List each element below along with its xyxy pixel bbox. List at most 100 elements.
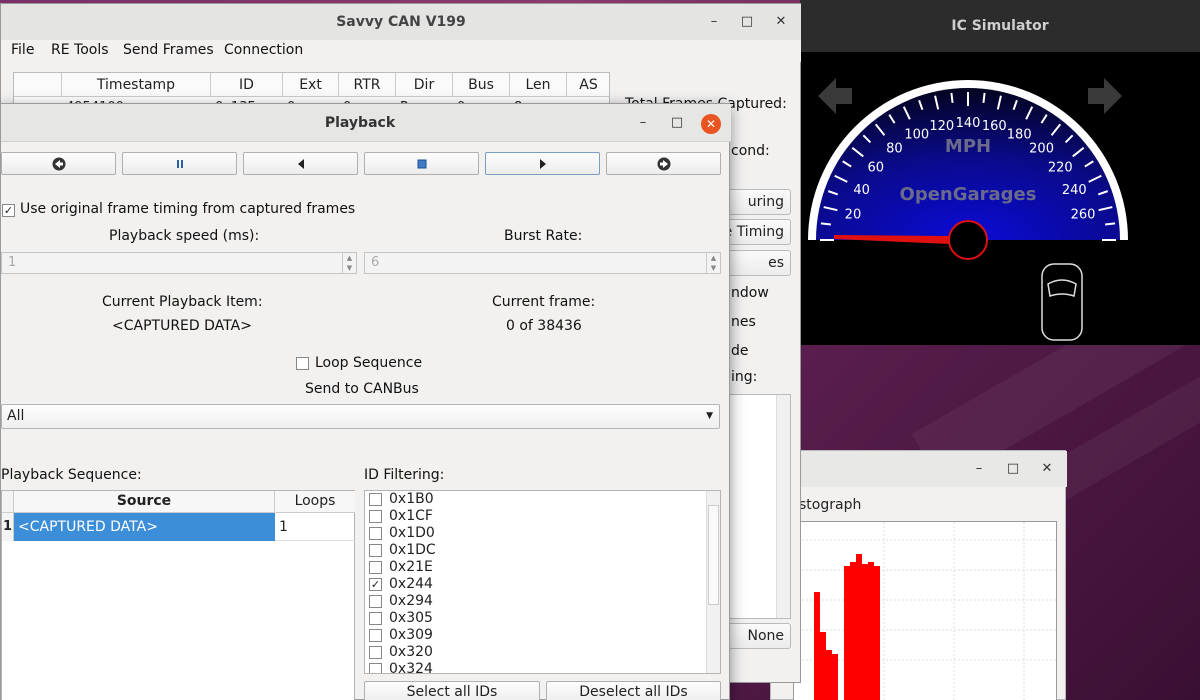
id-filter-item[interactable]: 0x1D0 xyxy=(365,525,705,542)
burst-rate-spinner[interactable]: ▲ ▼ xyxy=(706,253,720,273)
col-timestamp[interactable]: Timestamp xyxy=(62,73,211,97)
col-id[interactable]: ID xyxy=(211,73,283,97)
col-bus[interactable]: Bus xyxy=(453,73,510,97)
lines-label: nes xyxy=(731,314,756,330)
id-filter-item[interactable]: ✓ 0x244 xyxy=(365,576,705,593)
gauge-tick-label: 260 xyxy=(1071,208,1096,223)
close-icon[interactable]: ✕ xyxy=(701,114,721,134)
play-reverse-button[interactable] xyxy=(243,152,358,175)
col-as[interactable]: AS xyxy=(567,73,609,97)
gauge-tick-label: 40 xyxy=(853,183,870,198)
playback-sequence-label: Playback Sequence: xyxy=(1,467,142,483)
id-filter-item[interactable]: 0x320 xyxy=(365,644,705,661)
right-arrow-icon xyxy=(1088,78,1122,114)
id-checkbox[interactable] xyxy=(369,663,382,673)
id-filter-item[interactable]: 0x1DC xyxy=(365,542,705,559)
send-to-canbus-label: Send to CANBus xyxy=(305,381,419,397)
id-filter-item[interactable]: 0x324 xyxy=(365,661,705,673)
id-checkbox[interactable] xyxy=(369,544,382,557)
play-button[interactable] xyxy=(485,152,600,175)
menu-send-frames[interactable]: Send Frames xyxy=(123,42,214,58)
deselect-all-ids-button[interactable]: Deselect all IDs xyxy=(546,681,721,700)
id-filter-item[interactable]: 0x1B0 xyxy=(365,491,705,508)
gauge-tick-label: 80 xyxy=(886,142,903,157)
id-checkbox[interactable] xyxy=(369,561,382,574)
playback-speed-field[interactable]: 1 ▲ ▼ xyxy=(1,252,357,274)
histograph-bar xyxy=(814,592,820,700)
histograph-bar xyxy=(850,562,856,700)
sequence-loops-cell[interactable]: 1 xyxy=(275,513,355,541)
col-loops[interactable]: Loops xyxy=(275,491,355,513)
menu-connection[interactable]: Connection xyxy=(224,42,303,58)
filtering-label: ing: xyxy=(731,369,758,385)
main-window-title: Savvy CAN V199 xyxy=(336,14,466,30)
burst-rate-field[interactable]: 6 ▲ ▼ xyxy=(364,252,721,274)
playback-speed-label: Playback speed (ms): xyxy=(109,228,260,244)
histograph-bar xyxy=(832,654,838,700)
use-original-timing-checkbox[interactable]: ✓ xyxy=(2,204,15,217)
close-icon[interactable]: ✕ xyxy=(1037,459,1057,479)
id-checkbox[interactable] xyxy=(369,595,382,608)
id-filter-item[interactable]: 0x309 xyxy=(365,627,705,644)
play-reverse-icon xyxy=(297,158,304,169)
chevron-down-icon: ▼ xyxy=(706,411,713,421)
filter-list-scrollbar[interactable] xyxy=(776,395,790,618)
maximize-icon[interactable]: □ xyxy=(667,113,687,133)
playback-sequence-table[interactable]: Source Loops 1 <CAPTURED DATA> 1 xyxy=(1,490,355,700)
gauge-tick xyxy=(1105,222,1116,226)
histograph-plot xyxy=(793,521,1057,700)
select-all-ids-button[interactable]: Select all IDs xyxy=(364,681,540,700)
mode-label: de xyxy=(731,343,749,359)
col-source[interactable]: Source xyxy=(14,491,275,513)
gauge-tick-label: 220 xyxy=(1048,160,1073,175)
id-checkbox[interactable] xyxy=(369,629,382,642)
id-checkbox[interactable]: ✓ xyxy=(369,578,382,591)
loop-sequence-checkbox[interactable] xyxy=(296,357,309,370)
histograph-bar xyxy=(856,554,862,700)
id-filter-list[interactable]: 0x1B0 0x1CF 0x1D0 0x1DC 0x21E ✓ 0x244 0x2… xyxy=(364,490,721,674)
id-checkbox[interactable] xyxy=(369,510,382,523)
id-list-scrollbar[interactable] xyxy=(706,491,720,673)
col-rtr[interactable]: RTR xyxy=(339,73,396,97)
main-titlebar: Savvy CAN V199 – □ ✕ xyxy=(1,4,801,40)
histograph-bar xyxy=(874,566,880,700)
car-top-view-icon xyxy=(1041,263,1083,341)
playback-speed-spinner[interactable]: ▲ ▼ xyxy=(342,253,356,273)
ic-simulator-titlebar: IC Simulator xyxy=(800,0,1200,52)
id-filter-item[interactable]: 0x1CF xyxy=(365,508,705,525)
step-forward-button[interactable] xyxy=(606,152,721,175)
menu-re-tools[interactable]: RE Tools xyxy=(51,42,109,58)
pause-button[interactable] xyxy=(122,152,237,175)
id-label: 0x320 xyxy=(389,644,433,660)
id-label: 0x21E xyxy=(389,559,433,575)
canbus-select[interactable]: All ▼ xyxy=(1,404,720,429)
id-label: 0x1B0 xyxy=(389,491,434,507)
id-checkbox[interactable] xyxy=(369,646,382,659)
current-item-label: Current Playback Item: xyxy=(102,294,263,310)
current-item-value: <CAPTURED DATA> xyxy=(112,318,252,334)
id-checkbox[interactable] xyxy=(369,493,382,506)
scrollbar-thumb[interactable] xyxy=(708,505,719,605)
minimize-icon[interactable]: – xyxy=(704,12,724,32)
canbus-selected-value: All xyxy=(7,408,25,424)
maximize-icon[interactable]: □ xyxy=(1003,459,1023,479)
id-checkbox[interactable] xyxy=(369,527,382,540)
playback-dialog: Playback – □ ✕ ✓ Use original frame timi… xyxy=(0,103,731,700)
close-icon[interactable]: ✕ xyxy=(771,12,791,32)
col-len[interactable]: Len xyxy=(510,73,567,97)
id-checkbox[interactable] xyxy=(369,612,382,625)
id-filter-item[interactable]: 0x21E xyxy=(365,559,705,576)
maximize-icon[interactable]: □ xyxy=(737,12,757,32)
gauge-tick-label: 160 xyxy=(982,119,1007,134)
minimize-icon[interactable]: – xyxy=(633,113,653,133)
col-dir[interactable]: Dir xyxy=(396,73,453,97)
needle-hub xyxy=(948,220,988,260)
menu-file[interactable]: File xyxy=(11,42,34,58)
stop-button[interactable] xyxy=(364,152,479,175)
minimize-icon[interactable]: – xyxy=(969,459,989,479)
col-ext[interactable]: Ext xyxy=(283,73,339,97)
id-filter-item[interactable]: 0x305 xyxy=(365,610,705,627)
id-filter-item[interactable]: 0x294 xyxy=(365,593,705,610)
step-back-button[interactable] xyxy=(1,152,116,175)
sequence-source-cell[interactable]: <CAPTURED DATA> xyxy=(14,513,275,541)
